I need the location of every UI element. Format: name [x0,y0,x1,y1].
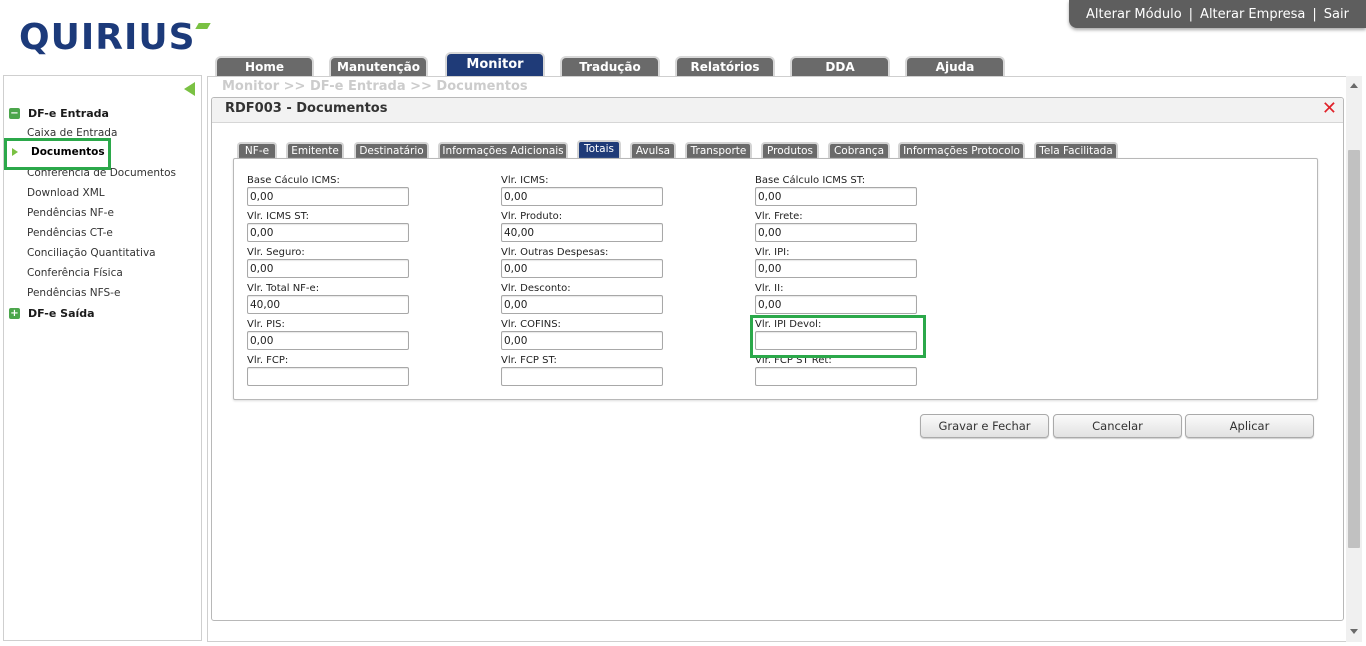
label-vlr-icms: Vlr. ICMS: [501,175,549,186]
tree-group-label: DF-e Entrada [28,106,109,120]
tab-manutencao[interactable]: Manutenção [329,56,428,77]
label-vlr-frete: Vlr. Frete: [755,211,803,222]
label-base-calculo-icms: Base Cáculo ICMS: [247,175,340,186]
vertical-scrollbar[interactable] [1346,76,1362,642]
tab-relatorios[interactable]: Relatórios [675,56,775,77]
tab-home[interactable]: Home [215,56,314,77]
input-vlr-produto[interactable] [501,223,663,242]
input-vlr-total-nfe[interactable] [247,295,409,314]
sidebar-item-conciliacao-quantitativa[interactable]: Conciliação Quantitativa [27,246,156,260]
input-vlr-icms[interactable] [501,187,663,206]
sidebar-item-pendencias-nfse[interactable]: Pendências NFS-e [27,286,120,300]
label-vlr-cofins: Vlr. COFINS: [501,319,561,330]
label-vlr-icms-st: Vlr. ICMS ST: [247,211,309,222]
tree-group-label: DF-e Saída [28,306,95,320]
logo-text: QUIRIUS [19,17,196,58]
close-icon[interactable]: ✕ [1322,100,1337,118]
subtab-informacoes-protocolo[interactable]: Informações Protocolo [898,142,1025,159]
tree-group-dfe-saida[interactable]: + DF-e Saída [9,305,95,321]
input-vlr-seguro[interactable] [247,259,409,278]
label-vlr-desconto: Vlr. Desconto: [501,283,571,294]
menu-separator: | [1312,6,1317,22]
tree-group-dfe-entrada[interactable]: − DF-e Entrada [9,105,109,121]
panel-title: RDF003 - Documentos [225,101,388,116]
label-base-calculo-icms-st: Base Cálculo ICMS ST: [755,175,866,186]
breadcrumb: Monitor >> DF-e Entrada >> Documentos [222,79,528,94]
tab-traducao[interactable]: Tradução [560,56,660,77]
logo-mark [194,23,211,29]
input-vlr-ipi[interactable] [755,259,917,278]
subtab-tela-facilitada[interactable]: Tela Facilitada [1034,142,1118,159]
subtab-avulsa[interactable]: Avulsa [630,142,676,159]
scroll-up-icon[interactable] [1350,83,1358,88]
subtab-transporte[interactable]: Transporte [685,142,752,159]
sidebar-item-conferencia-fisica[interactable]: Conferência Física [27,266,123,280]
label-vlr-fcp: Vlr. FCP: [247,355,289,366]
label-vlr-produto: Vlr. Produto: [501,211,563,222]
input-vlr-frete[interactable] [755,223,917,242]
subtab-nfe[interactable]: NF-e [237,142,277,159]
sidebar-item-pendencias-nfe[interactable]: Pendências NF-e [27,206,114,220]
label-vlr-ipi: Vlr. IPI: [755,247,790,258]
scroll-down-icon[interactable] [1350,629,1358,634]
label-vlr-pis: Vlr. PIS: [247,319,285,330]
input-vlr-fcp-st-ret[interactable] [755,367,917,386]
label-vlr-ii: Vlr. II: [755,283,784,294]
alterar-empresa-link[interactable]: Alterar Empresa [1200,7,1305,22]
subtab-produtos[interactable]: Produtos [761,142,819,159]
highlight-box-documentos [4,138,111,170]
input-vlr-outras-despesas[interactable] [501,259,663,278]
input-base-calculo-icms-st[interactable] [755,187,917,206]
tab-dda[interactable]: DDA [790,56,890,77]
expand-icon[interactable]: + [9,307,20,319]
tab-ajuda[interactable]: Ajuda [905,56,1005,77]
subtab-cobranca[interactable]: Cobrança [828,142,890,159]
gravar-fechar-button[interactable]: Gravar e Fechar [920,414,1049,438]
input-vlr-desconto[interactable] [501,295,663,314]
input-vlr-ii[interactable] [755,295,917,314]
scrollbar-thumb[interactable] [1348,150,1360,548]
subtab-totais[interactable]: Totais [577,140,621,159]
input-vlr-icms-st[interactable] [247,223,409,242]
menu-separator: | [1188,6,1194,22]
top-menu: Alterar Módulo | Alterar Empresa | Sair [1069,0,1366,28]
label-vlr-total-nfe: Vlr. Total NF-e: [247,283,320,294]
input-base-calculo-icms[interactable] [247,187,409,206]
input-vlr-fcp[interactable] [247,367,409,386]
collapse-sidebar-icon[interactable] [184,82,195,96]
sair-link[interactable]: Sair [1324,7,1349,22]
label-vlr-seguro: Vlr. Seguro: [247,247,305,258]
tab-monitor[interactable]: Monitor [445,52,545,77]
sidebar-item-pendencias-cte[interactable]: Pendências CT-e [27,226,113,240]
input-vlr-cofins[interactable] [501,331,663,350]
quirius-logo: QUIRIUS [19,17,211,58]
collapse-icon[interactable]: − [9,107,20,119]
label-vlr-fcp-st: Vlr. FCP ST: [501,355,557,366]
alterar-modulo-link[interactable]: Alterar Módulo [1086,7,1182,22]
subtab-destinatario[interactable]: Destinatário [354,142,429,159]
input-vlr-pis[interactable] [247,331,409,350]
sidebar-item-download-xml[interactable]: Download XML [27,186,105,200]
label-vlr-outras-despesas: Vlr. Outras Despesas: [501,247,609,258]
aplicar-button[interactable]: Aplicar [1185,414,1314,438]
cancelar-button[interactable]: Cancelar [1053,414,1182,438]
subtab-informacoes-adicionais[interactable]: Informações Adicionais [438,142,568,159]
subtab-emitente[interactable]: Emitente [286,142,344,159]
highlight-box-ipi-devol [750,315,926,358]
input-vlr-fcp-st[interactable] [501,367,663,386]
